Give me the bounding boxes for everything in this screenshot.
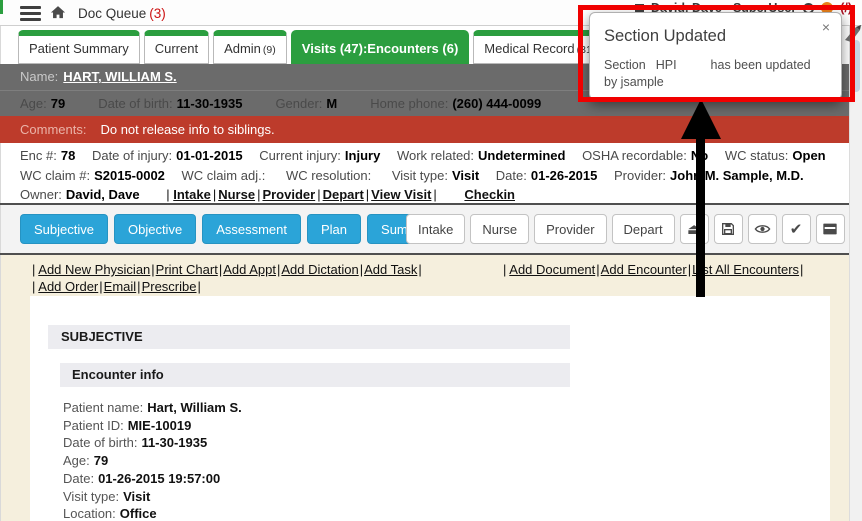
section-name: HPI: [656, 58, 677, 72]
link-print-chart[interactable]: Print Chart: [156, 262, 224, 277]
link-add-new-physician[interactable]: Add New Physician: [38, 262, 155, 277]
note-toolbar: Subjective Objective Assessment Plan Sum…: [0, 205, 862, 253]
app-window: Doc Queue(3) David, Dave - SuperUser (/)…: [0, 0, 862, 521]
breadcrumb: Doc Queue(3): [78, 6, 166, 21]
encounter-row-1: Enc #:78 Date of injury:01-01-2015 Curre…: [20, 146, 862, 166]
encounter-row-3: Owner:David, Dave IntakeNurseProviderDep…: [20, 185, 862, 205]
phone-value: (260) 444-0099: [452, 96, 541, 111]
name-label: Name:: [20, 69, 58, 84]
section-header-encounter-info: Encounter info: [60, 363, 570, 387]
link-add-dictation[interactable]: Add Dictation: [281, 262, 364, 277]
dob-value: 11-30-1935: [177, 96, 243, 111]
gender-label: Gender:: [275, 96, 322, 111]
link-add-order[interactable]: Add Order: [38, 279, 103, 294]
popup-byline: by jsample: [604, 74, 832, 91]
link-nurse[interactable]: Nurse: [218, 187, 262, 202]
eject-icon: ⏏: [687, 220, 701, 238]
link-add-appt[interactable]: Add Appt: [223, 262, 281, 277]
archive-icon: [822, 222, 838, 236]
link-list-all-encounters[interactable]: List All Encounters: [692, 262, 804, 277]
field-dob: Date of birth:11-30-1935: [63, 434, 242, 452]
encounter-info-fields: Patient name:Hart, William S. Patient ID…: [63, 399, 242, 521]
approve-button[interactable]: ✔: [782, 214, 811, 244]
field-patient-name: Patient name:Hart, William S.: [63, 399, 242, 417]
quicklinks-row2: Add OrderEmailPrescribe: [32, 279, 202, 294]
field-location: Location:Office: [63, 505, 242, 521]
patient-name-link[interactable]: HART, WILLIAM S.: [63, 69, 176, 84]
tab-visits-encounters[interactable]: Visits (47):Encounters (6): [291, 30, 470, 64]
encounter-row-2: WC claim #:S2015-0002 WC claim adj.: WC …: [20, 166, 862, 186]
link-add-task[interactable]: Add Task: [364, 262, 423, 277]
queue-title: Doc Queue: [78, 6, 146, 21]
eye-icon: [754, 222, 771, 236]
field-age: Age:79: [63, 452, 242, 470]
comments-label: Comments:: [20, 122, 86, 137]
assessment-button[interactable]: Assessment: [202, 214, 301, 244]
stage-buttons: Intake Nurse Provider Depart ⏏ ✔ ⚙ ⚙: [406, 214, 862, 244]
sidebar-accent: [0, 0, 3, 14]
link-depart[interactable]: Depart: [323, 187, 372, 202]
divider-top: [0, 203, 862, 205]
preview-button[interactable]: [748, 214, 777, 244]
scrollbar-thumb[interactable]: [852, 40, 860, 92]
objective-button[interactable]: Objective: [114, 214, 196, 244]
link-intake[interactable]: Intake: [173, 187, 218, 202]
nurse-button[interactable]: Nurse: [470, 214, 529, 244]
dob-label: Date of birth:: [98, 96, 172, 111]
pencil-icon: [843, 22, 861, 42]
logout-icon[interactable]: (/): [840, 1, 852, 15]
field-visit-type: Visit type:Visit: [63, 488, 242, 506]
link-view-visit[interactable]: View Visit: [371, 187, 439, 202]
subjective-button[interactable]: Subjective: [20, 214, 108, 244]
note-content: SUBJECTIVE Encounter info Patient name:H…: [30, 296, 830, 521]
home-icon[interactable]: [49, 4, 67, 26]
tab-admin[interactable]: Admin(9): [213, 30, 287, 64]
quicklinks-row1-left: Add New PhysicianPrint ChartAdd ApptAdd …: [32, 262, 423, 277]
close-icon[interactable]: ×: [822, 19, 830, 35]
save-icon: [720, 221, 736, 237]
quicklinks-row1-right: Add DocumentAdd EncounterList All Encoun…: [503, 262, 804, 277]
link-email[interactable]: Email: [104, 279, 142, 294]
comments-text: Do not release info to siblings.: [100, 122, 274, 137]
link-add-encounter[interactable]: Add Encounter: [601, 262, 692, 277]
link-prescribe[interactable]: Prescribe: [142, 279, 202, 294]
plan-button[interactable]: Plan: [307, 214, 361, 244]
chart-tabs: Patient Summary Current Admin(9) Visits …: [18, 30, 651, 64]
encounter-summary: Enc #:78 Date of injury:01-01-2015 Curre…: [0, 143, 862, 203]
menu-icon[interactable]: [20, 6, 41, 21]
notification-popup: Section Updated × SectionHPIhas been upd…: [589, 12, 842, 100]
link-checkin[interactable]: Checkin: [464, 187, 515, 202]
divider-bottom: [0, 253, 862, 255]
tab-patient-summary[interactable]: Patient Summary: [18, 30, 140, 64]
age-value: 79: [51, 96, 65, 111]
phone-label: Home phone:: [370, 96, 448, 111]
visit-stage-links: IntakeNurseProviderDepartView Visit: [166, 187, 439, 202]
check-icon: ✔: [790, 220, 803, 238]
tab-current[interactable]: Current: [144, 30, 209, 64]
archive-button[interactable]: [816, 214, 845, 244]
comments-bar: Comments: Do not release info to siblings…: [0, 116, 849, 143]
popup-title: Section Updated: [604, 27, 726, 46]
link-provider[interactable]: Provider: [262, 187, 322, 202]
field-date: Date:01-26-2015 19:57:00: [63, 470, 242, 488]
depart-button[interactable]: Depart: [612, 214, 675, 244]
field-patient-id: Patient ID:MIE-10019: [63, 417, 242, 435]
link-add-document[interactable]: Add Document: [509, 262, 600, 277]
eject-button[interactable]: ⏏: [680, 214, 709, 244]
save-button[interactable]: [714, 214, 743, 244]
popup-message: SectionHPIhas been updated by jsample: [604, 57, 832, 91]
scrollbar[interactable]: [849, 26, 862, 521]
queue-count: (3): [149, 6, 166, 21]
gender-value: M: [326, 96, 337, 111]
section-header-subjective: SUBJECTIVE: [48, 325, 570, 349]
age-label: Age:: [20, 96, 47, 111]
provider-button[interactable]: Provider: [534, 214, 606, 244]
section-buttons: Subjective Objective Assessment Plan Sum…: [20, 214, 451, 244]
intake-button[interactable]: Intake: [406, 214, 465, 244]
